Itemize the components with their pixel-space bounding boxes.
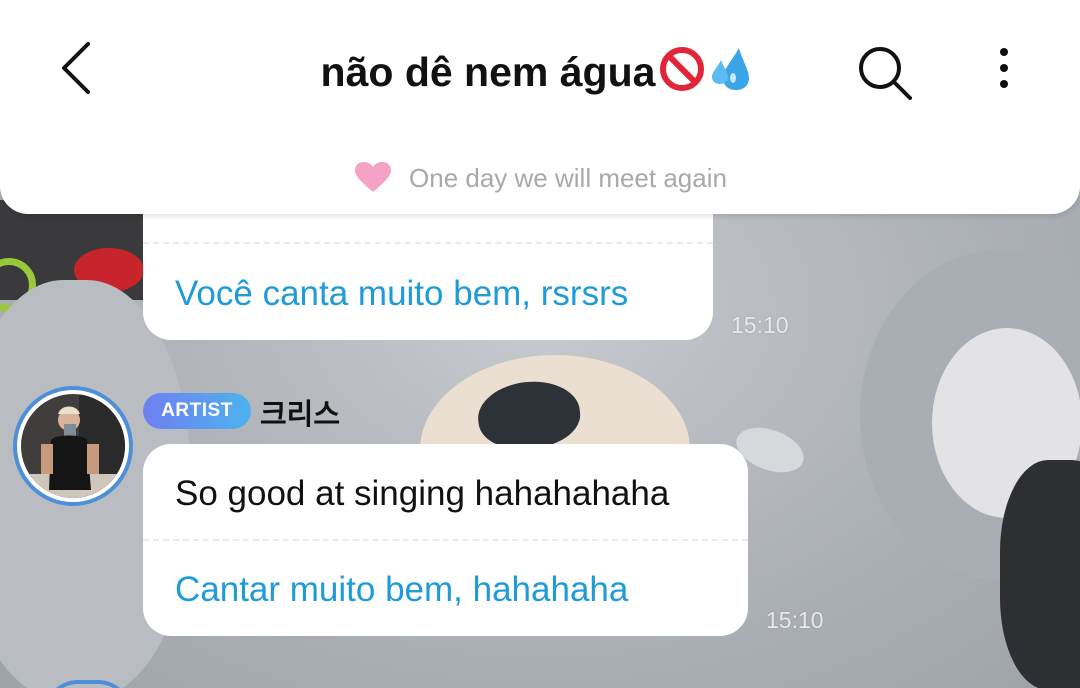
sender-avatar[interactable] xyxy=(13,386,133,506)
back-button[interactable] xyxy=(48,38,108,98)
chat-title: não dê nem água xyxy=(200,46,880,102)
chat-screen: não dê nem água One day we will meet aga… xyxy=(0,0,1080,688)
search-icon xyxy=(859,47,912,100)
chat-header: não dê nem água One day we will meet aga… xyxy=(0,0,1080,214)
vertical-ellipsis-icon xyxy=(1000,48,1008,88)
message-bubble[interactable]: So good at singing hahahahaha Cantar mui… xyxy=(143,444,748,636)
more-options-button[interactable] xyxy=(984,42,1024,102)
message-original-text: So good at singing hahahahaha xyxy=(175,474,670,513)
translation-divider xyxy=(143,539,748,541)
chat-status-text: One day we will meet again xyxy=(409,163,727,193)
message-translation: Você canta muito bem, rsrsrs xyxy=(175,274,629,313)
next-sender-avatar[interactable] xyxy=(44,680,132,688)
no-entry-sign-emoji xyxy=(659,46,705,102)
artist-badge: ARTIST xyxy=(143,393,251,429)
pink-heart-icon xyxy=(353,160,393,201)
translation-divider xyxy=(143,242,713,244)
sender-name[interactable]: 크리스 xyxy=(260,391,340,433)
sweat-droplets-emoji xyxy=(709,46,759,102)
chevron-left-icon xyxy=(62,42,90,94)
message-timestamp: 15:10 xyxy=(731,312,789,338)
chat-title-text: não dê nem água xyxy=(320,49,656,95)
search-button[interactable] xyxy=(852,40,918,106)
message-timestamp: 15:10 xyxy=(766,607,824,633)
chat-status-message: One day we will meet again xyxy=(0,160,1080,201)
message-translation: Cantar muito bem, hahahaha xyxy=(175,570,629,609)
